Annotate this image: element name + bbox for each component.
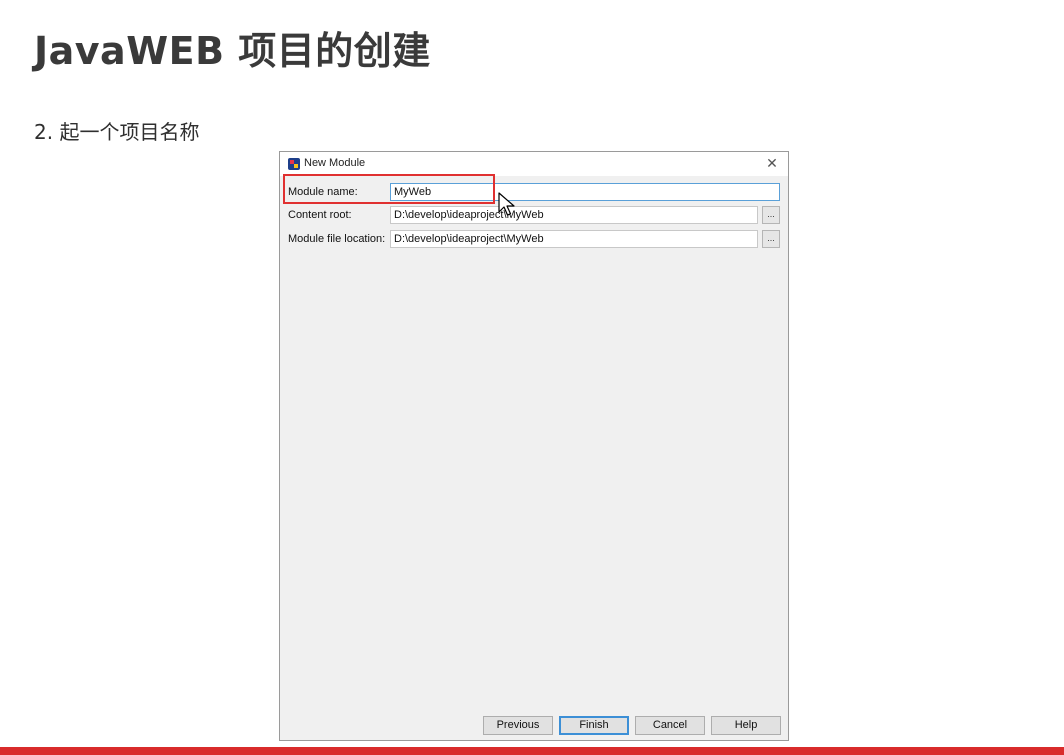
dialog-titlebar[interactable]: New Module ✕: [280, 152, 788, 176]
dialog-title: New Module: [304, 157, 366, 169]
content-root-input[interactable]: [390, 206, 758, 224]
slide-accent-bar: [0, 747, 1064, 755]
module-name-label: Module name:: [288, 186, 358, 198]
new-module-dialog: New Module ✕ Module name: Content root: …: [279, 151, 789, 741]
previous-button[interactable]: Previous: [483, 716, 553, 735]
dialog-button-row: Previous Finish Cancel Help: [280, 716, 788, 736]
content-root-browse-button[interactable]: ...: [762, 206, 780, 224]
content-root-row: Content root: ...: [280, 206, 788, 226]
help-button[interactable]: Help: [711, 716, 781, 735]
module-file-location-input[interactable]: [390, 230, 758, 248]
module-file-location-label: Module file location:: [288, 233, 386, 245]
close-icon[interactable]: ✕: [764, 155, 780, 171]
finish-button[interactable]: Finish: [559, 716, 629, 735]
slide: JavaWEB 项目的创建 2. 起一个项目名称 New Module ✕ Mo…: [0, 0, 1064, 755]
module-file-location-row: Module file location: ...: [280, 230, 788, 250]
content-root-label: Content root:: [288, 209, 352, 221]
step-text: 2. 起一个项目名称: [34, 120, 200, 144]
module-name-input[interactable]: [390, 183, 780, 201]
cancel-button[interactable]: Cancel: [635, 716, 705, 735]
module-name-row: Module name:: [280, 183, 788, 203]
intellij-idea-icon: [288, 158, 300, 170]
slide-title: JavaWEB 项目的创建: [34, 29, 431, 73]
module-file-location-browse-button[interactable]: ...: [762, 230, 780, 248]
